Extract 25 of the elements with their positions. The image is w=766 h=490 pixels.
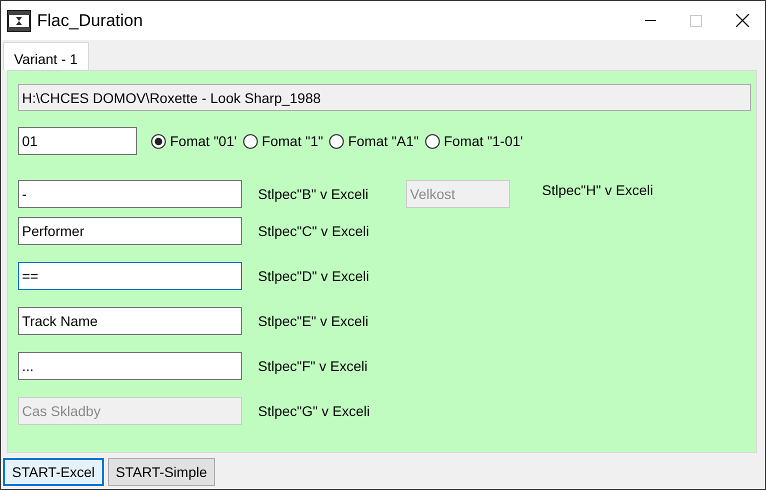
text-field[interactable]: Performer <box>18 217 242 245</box>
start-button[interactable]: START-Simple <box>108 458 216 486</box>
film-hourglass-icon <box>7 8 31 32</box>
maximize-icon <box>690 14 702 26</box>
format-radio[interactable]: Fomat "1-01' <box>424 133 523 149</box>
tab[interactable]: Variant - 1 <box>3 42 89 70</box>
format-radio[interactable]: Fomat "A1" <box>329 133 419 149</box>
column-label: Stlpec"E" v Exceli <box>257 313 370 329</box>
column-label: Stlpec"C" v Exceli <box>257 223 370 239</box>
text-field[interactable]: - <box>18 180 242 208</box>
text-field[interactable]: == <box>18 262 242 290</box>
number-field[interactable]: 01 <box>18 127 137 155</box>
window-title: Flac_Duration <box>37 10 144 30</box>
text-field[interactable]: Track Name <box>18 307 242 335</box>
format-radio[interactable]: Fomat "01' <box>151 133 237 149</box>
column-label: Stlpec"F" v Exceli <box>257 358 369 374</box>
text-field[interactable]: ... <box>18 352 242 380</box>
column-label: Stlpec"B" v Exceli <box>257 186 370 202</box>
minimize-icon <box>644 20 656 21</box>
start-button[interactable]: START-Excel <box>3 458 104 486</box>
column-label: Stlpec"G" v Exceli <box>257 403 371 419</box>
close-icon <box>736 14 748 27</box>
column-label: Stlpec"D" v Exceli <box>257 268 370 284</box>
column-label: Stlpec"H" v Exceli <box>541 181 654 198</box>
format-radio[interactable]: Fomat "1" <box>242 133 324 149</box>
